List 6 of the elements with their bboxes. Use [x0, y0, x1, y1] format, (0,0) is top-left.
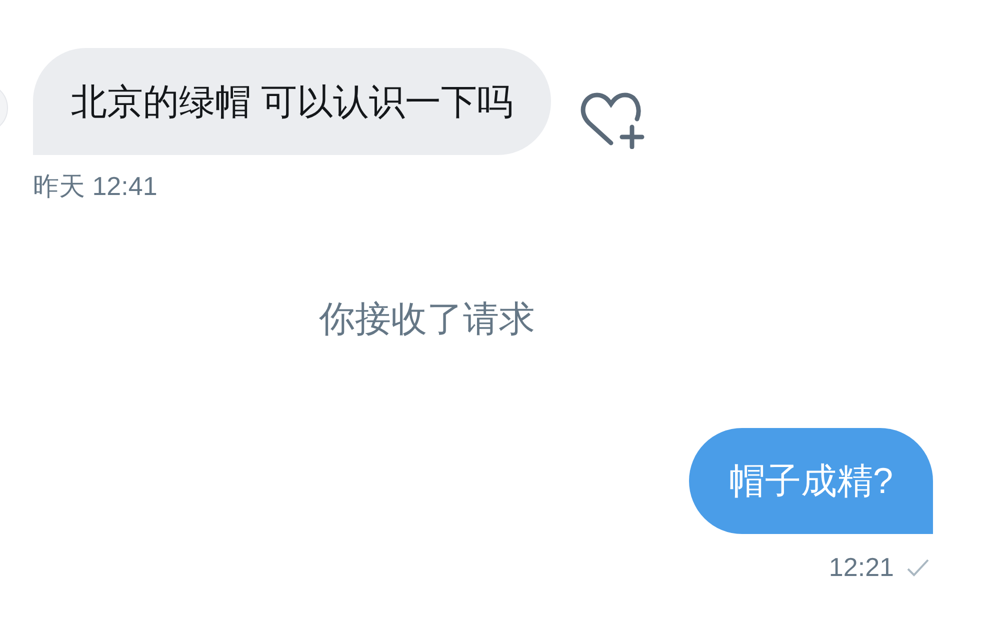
check-icon — [906, 558, 930, 578]
system-message: 你接收了请求 — [319, 297, 535, 341]
message-bubble: 北京的绿帽 可以认识一下吗 — [33, 48, 552, 155]
message-time: 昨天 12:41 — [33, 170, 158, 203]
message-time: 12:21 — [828, 551, 894, 584]
message-bubble: 帽子成精? — [688, 428, 933, 534]
